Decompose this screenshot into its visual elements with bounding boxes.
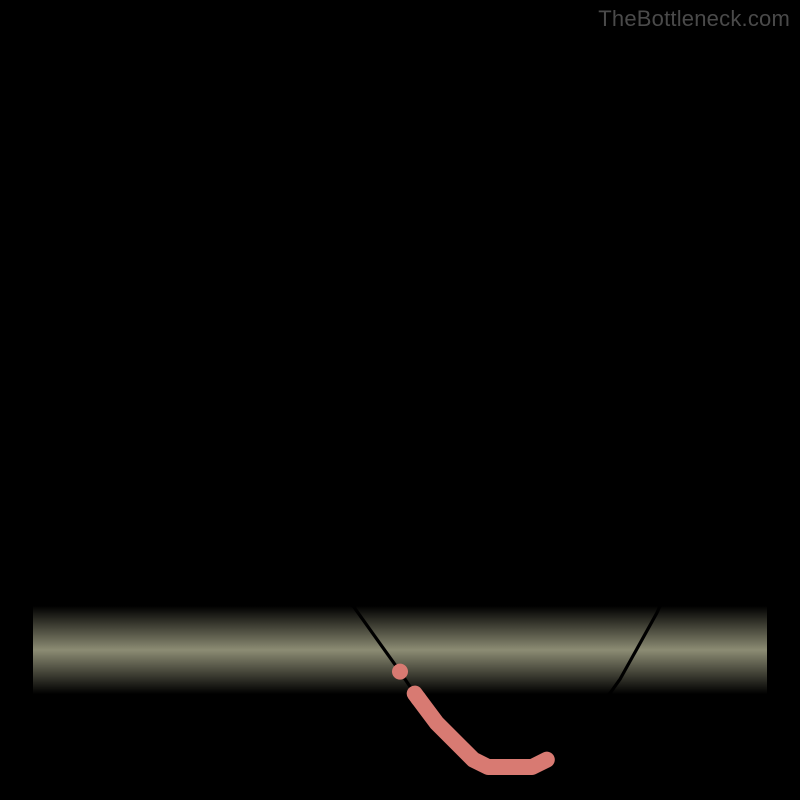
plot-background-gradient: [33, 33, 767, 767]
watermark-text: TheBottleneck.com: [598, 6, 790, 32]
chart-frame: TheBottleneck.com: [0, 0, 800, 800]
